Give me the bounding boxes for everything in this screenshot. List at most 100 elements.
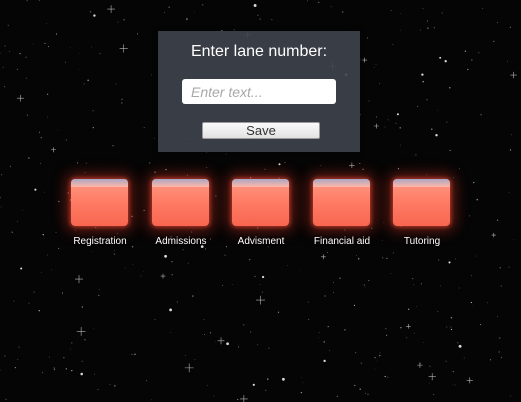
cube-top-face bbox=[232, 179, 289, 187]
star bbox=[225, 153, 227, 155]
star bbox=[478, 51, 480, 54]
lane-registration[interactable]: Registration bbox=[60, 176, 140, 256]
star bbox=[431, 128, 433, 130]
star-sparkle bbox=[256, 295, 265, 305]
star bbox=[4, 86, 6, 88]
lane-cube[interactable] bbox=[71, 179, 128, 226]
star bbox=[231, 284, 233, 285]
star bbox=[65, 139, 68, 141]
star bbox=[323, 341, 325, 343]
star bbox=[209, 332, 212, 334]
star bbox=[98, 294, 100, 297]
lane-advisment[interactable]: Advisment bbox=[221, 176, 301, 256]
star bbox=[302, 381, 304, 383]
star-sparkle bbox=[184, 363, 194, 373]
star bbox=[92, 126, 94, 129]
star bbox=[367, 393, 369, 395]
star bbox=[452, 384, 454, 385]
star bbox=[55, 232, 57, 233]
star bbox=[323, 359, 326, 363]
star-sparkle bbox=[510, 71, 517, 79]
star bbox=[379, 82, 381, 84]
star bbox=[90, 46, 92, 48]
star bbox=[253, 4, 257, 7]
lane-cube[interactable] bbox=[393, 179, 450, 226]
star bbox=[151, 399, 152, 401]
star bbox=[267, 378, 269, 380]
star bbox=[330, 6, 332, 8]
star bbox=[28, 302, 30, 304]
lane-cube[interactable] bbox=[152, 179, 209, 226]
star bbox=[359, 388, 361, 390]
star bbox=[47, 254, 49, 256]
star bbox=[353, 304, 356, 307]
star bbox=[64, 61, 66, 63]
star bbox=[471, 59, 473, 61]
star-sparkle bbox=[107, 5, 115, 13]
star-sparkle bbox=[74, 275, 84, 284]
star bbox=[376, 360, 378, 362]
star bbox=[493, 40, 495, 43]
star bbox=[362, 168, 364, 170]
lane-tutoring[interactable]: Tutoring bbox=[382, 176, 462, 256]
star bbox=[17, 359, 19, 360]
star bbox=[344, 329, 346, 331]
lane-cube[interactable] bbox=[313, 179, 370, 226]
star bbox=[473, 181, 475, 184]
star bbox=[444, 60, 447, 63]
star-sparkle bbox=[362, 57, 368, 63]
star bbox=[57, 129, 59, 131]
star bbox=[132, 263, 134, 265]
star bbox=[268, 347, 270, 349]
star bbox=[115, 83, 117, 85]
star bbox=[392, 43, 394, 45]
star bbox=[25, 77, 27, 79]
star bbox=[437, 109, 439, 111]
star bbox=[137, 33, 138, 35]
star bbox=[482, 7, 484, 9]
star bbox=[0, 52, 2, 54]
star bbox=[93, 373, 96, 375]
star-sparkle bbox=[373, 123, 379, 129]
star bbox=[399, 144, 401, 146]
save-button[interactable]: Save bbox=[202, 122, 320, 139]
star-sparkle bbox=[17, 94, 24, 102]
star bbox=[204, 333, 205, 335]
star bbox=[437, 311, 439, 313]
star bbox=[17, 221, 18, 222]
lane-cube[interactable] bbox=[232, 179, 289, 226]
star bbox=[327, 326, 329, 328]
star-sparkle bbox=[428, 373, 436, 381]
star bbox=[329, 350, 330, 351]
star bbox=[420, 283, 422, 285]
star bbox=[185, 355, 186, 357]
star bbox=[457, 342, 459, 344]
star bbox=[458, 287, 460, 289]
star bbox=[395, 122, 397, 124]
star bbox=[19, 52, 21, 55]
star bbox=[281, 377, 285, 381]
star bbox=[171, 261, 173, 263]
star bbox=[423, 342, 424, 343]
star bbox=[33, 291, 35, 293]
star bbox=[9, 50, 11, 52]
star bbox=[385, 328, 387, 330]
star bbox=[226, 342, 229, 346]
star bbox=[154, 319, 156, 320]
star bbox=[4, 45, 6, 47]
star bbox=[336, 395, 338, 397]
star bbox=[429, 365, 431, 367]
cube-top-face bbox=[71, 179, 128, 187]
star bbox=[301, 377, 303, 379]
lane-number-input[interactable] bbox=[182, 79, 336, 104]
star bbox=[374, 357, 376, 359]
star bbox=[397, 168, 400, 170]
star bbox=[257, 14, 259, 16]
star bbox=[121, 102, 123, 104]
star bbox=[222, 284, 224, 286]
lane-admissions[interactable]: Admissions bbox=[141, 176, 221, 256]
star bbox=[206, 385, 208, 386]
star bbox=[87, 79, 89, 81]
lane-financial-aid[interactable]: Financial aid bbox=[302, 176, 382, 256]
star bbox=[433, 27, 435, 29]
